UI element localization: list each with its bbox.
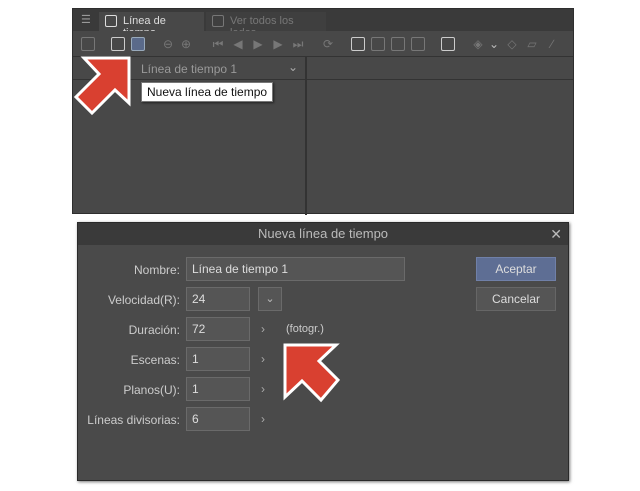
pointer-arrow-icon xyxy=(73,56,131,116)
pointer-arrow-icon xyxy=(283,343,341,403)
annotation-arrows xyxy=(73,56,341,403)
